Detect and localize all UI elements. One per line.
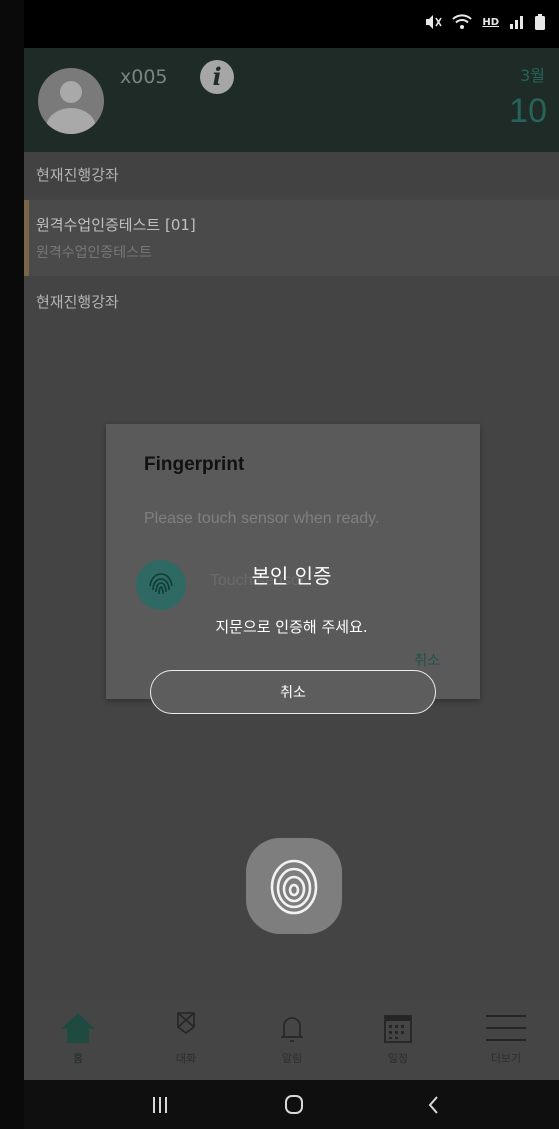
wifi-icon	[452, 14, 473, 29]
course-subtitle: 원격수업인증테스트	[36, 245, 152, 261]
home-icon	[61, 1013, 95, 1043]
month-label: 3월	[520, 66, 545, 85]
username: x005	[120, 66, 168, 88]
nav-item-chat[interactable]: 대화	[146, 1010, 226, 1066]
recents-button[interactable]	[130, 1080, 190, 1129]
bottom-navigation: 홈 대화 알림 일정 더보기	[24, 1000, 559, 1080]
nav-item-schedule[interactable]: 일정	[358, 1010, 438, 1066]
recents-icon	[153, 1097, 167, 1113]
home-button-icon	[285, 1095, 303, 1114]
home-nav-button[interactable]	[264, 1080, 324, 1129]
dialog-cancel-link[interactable]: 취소	[414, 650, 440, 670]
menu-icon	[486, 1015, 526, 1041]
chat-icon	[177, 1012, 195, 1034]
nav-label: 일정	[387, 1052, 409, 1065]
info-icon[interactable]: i	[200, 60, 234, 94]
bell-icon	[281, 1017, 303, 1042]
day-label: 10	[509, 92, 547, 130]
back-button[interactable]	[404, 1080, 464, 1129]
course-accent-bar	[24, 200, 29, 276]
nav-item-notifications[interactable]: 알림	[252, 1010, 332, 1066]
hd-voice-icon: HD	[482, 16, 499, 28]
system-navigation-bar	[24, 1080, 559, 1129]
fingerprint-dialog-title: Fingerprint	[144, 454, 245, 475]
cancel-button[interactable]: 취소	[150, 670, 436, 714]
mute-icon	[426, 15, 443, 29]
fingerprint-sensor-icon[interactable]	[246, 838, 342, 934]
nav-item-home[interactable]: 홈	[38, 1010, 118, 1066]
nav-label: 대화	[175, 1052, 197, 1065]
nav-label: 알림	[281, 1052, 303, 1065]
profile-header: x005 i 3월 10	[24, 48, 559, 152]
calendar-icon	[384, 1015, 412, 1043]
status-bar: HD	[24, 0, 559, 48]
fingerprint-dialog-message: Please touch sensor when ready.	[144, 510, 380, 527]
course-title: 원격수업인증테스트 [01]	[36, 216, 196, 234]
auth-title: 본인 인증	[251, 564, 332, 588]
signal-icon	[510, 16, 523, 29]
avatar[interactable]	[38, 68, 104, 134]
course-list-item[interactable]: 원격수업인증테스트 [01] 원격수업인증테스트	[24, 200, 559, 276]
screen: HD x005 i 3월 10 현재진행강좌 원격수업인증테스트 [01] 원격…	[24, 0, 559, 1129]
nav-label: 더보기	[490, 1052, 522, 1065]
current-courses-heading-2: 현재진행강좌	[36, 293, 119, 311]
battery-icon	[535, 14, 545, 30]
nav-label: 홈	[72, 1052, 84, 1065]
current-courses-heading: 현재진행강좌	[24, 152, 559, 198]
auth-subtitle: 지문으로 인증해 주세요.	[215, 618, 368, 636]
back-icon	[428, 1096, 438, 1114]
nav-item-more[interactable]: 더보기	[466, 1010, 546, 1066]
